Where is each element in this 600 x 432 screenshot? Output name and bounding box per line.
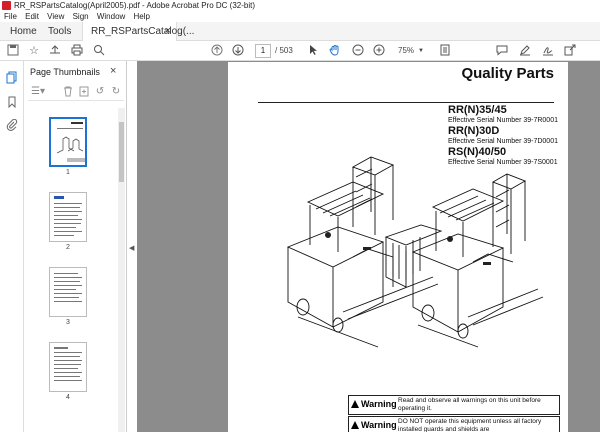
scrollbar-thumb[interactable] <box>119 122 124 182</box>
warning-text-2: DO NOT operate this equipment unless all… <box>398 418 542 432</box>
page-thumbnails-icon[interactable] <box>5 71 19 85</box>
tab-bar: Home Tools RR_RSPartsCatalog(... × <box>0 22 600 41</box>
insert-page-icon[interactable] <box>78 86 90 98</box>
zoom-in-icon[interactable] <box>372 44 386 58</box>
bookmark-icon[interactable] <box>5 96 19 110</box>
thumbnail-label-2: 2 <box>66 244 70 251</box>
menu-file[interactable]: File <box>4 11 17 22</box>
thumbnail-label-3: 3 <box>66 319 70 326</box>
options-menu-icon[interactable]: ☰▾ <box>30 86 46 98</box>
zoom-level-value: 75% <box>398 46 415 55</box>
search-icon[interactable] <box>92 44 106 58</box>
window-title-bar: RR_RSPartsCatalog(April2005).pdf - Adobe… <box>0 0 600 11</box>
panel-title: Page Thumbnails <box>30 67 100 77</box>
tab-document[interactable]: RR_RSPartsCatalog(... × <box>82 22 194 41</box>
highlight-pen-icon[interactable] <box>518 44 532 58</box>
menu-bar: File Edit View Sign Window Help <box>0 11 600 22</box>
close-tab-icon[interactable]: × <box>165 22 171 41</box>
thumbnail-page-3[interactable] <box>49 267 87 317</box>
forklift-illustration <box>286 156 544 348</box>
menu-window[interactable]: Window <box>97 11 125 22</box>
model-serial-2: Effective Serial Number 39-7D0001 <box>448 138 558 145</box>
thumbnail-scrollbar[interactable] <box>118 108 125 432</box>
menu-sign[interactable]: Sign <box>73 11 89 22</box>
warning-triangle-icon <box>351 421 359 429</box>
window-title: RR_RSPartsCatalog(April2005).pdf - Adobe… <box>14 1 255 10</box>
thumbnail-list: 1 2 3 4 <box>28 107 118 427</box>
pdf-page: Quality Parts RR(N)35/45 Effective Seria… <box>228 62 568 432</box>
document-viewer[interactable]: Quality Parts RR(N)35/45 Effective Seria… <box>137 61 600 432</box>
tab-document-label: RR_RSPartsCatalog(... <box>91 26 195 37</box>
menu-edit[interactable]: Edit <box>25 11 39 22</box>
warning-box-1: Warning Read and observe all warnings on… <box>348 395 560 415</box>
warning-box-2: Warning DO NOT operate this equipment un… <box>348 416 560 432</box>
page-total: / 503 <box>275 46 293 55</box>
upload-icon[interactable] <box>48 44 62 58</box>
save-icon[interactable] <box>6 44 20 58</box>
panel-toolbar: ☰▾ ↺ ↻ <box>28 85 124 101</box>
select-cursor-icon[interactable] <box>306 44 320 58</box>
chevron-down-icon: ▼ <box>418 48 424 54</box>
menu-view[interactable]: View <box>47 11 64 22</box>
zoom-out-icon[interactable] <box>351 44 365 58</box>
zoom-level-dropdown[interactable]: 75% ▼ <box>394 44 430 58</box>
acrobat-app-icon <box>2 1 11 10</box>
thumbnail-page-2[interactable] <box>49 192 87 242</box>
hand-icon[interactable] <box>328 44 342 58</box>
collapse-panel-icon[interactable]: ◀ <box>129 244 134 252</box>
tab-tools[interactable]: Tools <box>38 22 81 41</box>
thumbnail-page-1[interactable] <box>49 117 87 167</box>
close-panel-icon[interactable]: × <box>110 65 116 77</box>
navigation-rail <box>0 61 24 432</box>
model-serial-1: Effective Serial Number 39-7R0001 <box>448 117 558 124</box>
warning-text-1: Read and observe all warnings on this un… <box>398 397 541 412</box>
heading-rule <box>258 102 554 103</box>
thumbnail-label-1: 1 <box>66 169 70 176</box>
comment-icon[interactable] <box>495 44 509 58</box>
warning-triangle-icon <box>351 400 359 408</box>
page-heading: Quality Parts <box>461 65 554 82</box>
page-number-input[interactable]: 1 <box>255 44 271 58</box>
model-name-2: RR(N)30D <box>448 125 500 137</box>
thumbnail-label-4: 4 <box>66 394 70 401</box>
delete-icon[interactable] <box>62 86 74 98</box>
page-down-icon[interactable] <box>231 44 245 58</box>
warning-label-2: Warning <box>351 420 397 430</box>
share-icon[interactable] <box>563 44 577 58</box>
sign-icon[interactable] <box>541 44 555 58</box>
rotate-left-icon[interactable]: ↺ <box>94 86 106 98</box>
warning-label-1: Warning <box>351 399 397 409</box>
bookmark-star-icon[interactable]: ☆ <box>27 44 41 58</box>
attachment-icon[interactable] <box>5 118 19 133</box>
fit-page-icon[interactable] <box>438 44 452 58</box>
rotate-right-icon[interactable]: ↻ <box>110 86 122 98</box>
page-up-icon[interactable] <box>210 44 224 58</box>
thumbnail-page-4[interactable] <box>49 342 87 392</box>
print-icon[interactable] <box>70 44 84 58</box>
model-name-1: RR(N)35/45 <box>448 104 507 116</box>
menu-help[interactable]: Help <box>134 11 150 22</box>
main-toolbar: ☆ 1 / 503 75% ▼ <box>0 41 600 61</box>
page-thumbnails-panel: Page Thumbnails × ☰▾ ↺ ↻ 1 2 3 4 <box>24 61 127 432</box>
